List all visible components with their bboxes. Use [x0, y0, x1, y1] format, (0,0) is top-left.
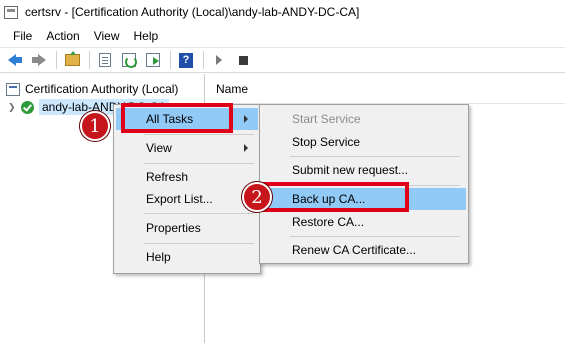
highlight-box-back-up-ca: [262, 182, 409, 212]
forward-icon: [32, 54, 46, 66]
stop-service-button[interactable]: [232, 49, 254, 71]
toolbar-separator: [89, 51, 90, 69]
export-list-label: Export List...: [146, 192, 213, 206]
back-button[interactable]: [4, 49, 26, 71]
menu-separator: [290, 236, 460, 237]
renew-ca-certificate-label: Renew CA Certificate...: [292, 243, 417, 257]
menu-item-help[interactable]: Help: [116, 246, 258, 268]
menu-bar: File Action View Help: [0, 25, 565, 47]
toolbar-separator: [203, 51, 204, 69]
menu-action[interactable]: Action: [39, 29, 86, 43]
start-service-label: Start Service: [292, 112, 361, 126]
up-folder-icon: [64, 51, 80, 66]
export-list-icon: [146, 53, 160, 67]
menu-item-restore-ca[interactable]: Restore CA...: [262, 211, 466, 233]
tree-root-label: Certification Authority (Local): [25, 82, 179, 96]
back-icon: [8, 54, 22, 66]
menu-separator: [144, 243, 254, 244]
toolbar-separator: [56, 51, 57, 69]
step-badge-2: 2: [242, 182, 272, 212]
menu-item-export-list[interactable]: Export List...: [116, 188, 258, 210]
export-list-button[interactable]: [142, 49, 164, 71]
toolbar: ?: [0, 47, 565, 73]
properties-icon: [99, 53, 111, 67]
forward-button[interactable]: [28, 49, 50, 71]
column-name-label: Name: [216, 81, 249, 96]
menu-view[interactable]: View: [87, 29, 127, 43]
step-2-label: 2: [251, 186, 263, 208]
stop-service-icon: [238, 55, 248, 65]
toolbar-separator: [170, 51, 171, 69]
view-label: View: [146, 141, 172, 155]
menu-item-view[interactable]: View: [116, 137, 258, 159]
ca-server-icon: [21, 100, 34, 114]
column-header-name[interactable]: Name: [206, 74, 565, 104]
properties-label: Properties: [146, 221, 201, 235]
title-bar: certsrv - [Certification Authority (Loca…: [0, 0, 565, 24]
restore-ca-label: Restore CA...: [292, 215, 365, 229]
help-label: Help: [146, 250, 171, 264]
menu-item-properties[interactable]: Properties: [116, 217, 258, 239]
refresh-button[interactable]: [118, 49, 140, 71]
submenu-arrow-icon: [244, 144, 248, 152]
help-button[interactable]: ?: [175, 49, 197, 71]
stop-service-label: Stop Service: [292, 135, 361, 149]
highlight-box-all-tasks: [121, 103, 233, 133]
step-1-label: 1: [89, 115, 101, 137]
refresh-label: Refresh: [146, 170, 189, 184]
menu-help[interactable]: Help: [127, 29, 166, 43]
step-badge-1: 1: [80, 111, 110, 141]
up-folder-button[interactable]: [61, 49, 83, 71]
menu-item-refresh[interactable]: Refresh: [116, 166, 258, 188]
menu-item-renew-ca-certificate[interactable]: Renew CA Certificate...: [262, 239, 466, 261]
menu-file[interactable]: File: [6, 29, 39, 43]
menu-separator: [144, 213, 254, 214]
help-icon: ?: [179, 52, 193, 68]
certsrv-app-icon: [4, 5, 18, 19]
menu-separator: [290, 156, 460, 157]
window-title: certsrv - [Certification Authority (Loca…: [25, 5, 360, 19]
refresh-icon: [122, 53, 137, 68]
tree-item-root[interactable]: Certification Authority (Local): [6, 80, 178, 98]
certification-authority-icon: [6, 82, 20, 96]
menu-separator: [144, 134, 254, 135]
submenu-arrow-icon: [244, 115, 248, 123]
submit-request-label: Submit new request...: [292, 163, 409, 177]
menu-item-start-service[interactable]: Start Service: [262, 108, 466, 130]
start-service-icon: [216, 55, 222, 65]
expand-icon[interactable]: ❯: [8, 102, 18, 113]
properties-button[interactable]: [94, 49, 116, 71]
menu-item-stop-service[interactable]: Stop Service: [262, 131, 466, 153]
menu-item-submit-request[interactable]: Submit new request...: [262, 159, 466, 181]
menu-separator: [144, 163, 254, 164]
start-service-button[interactable]: [208, 49, 230, 71]
